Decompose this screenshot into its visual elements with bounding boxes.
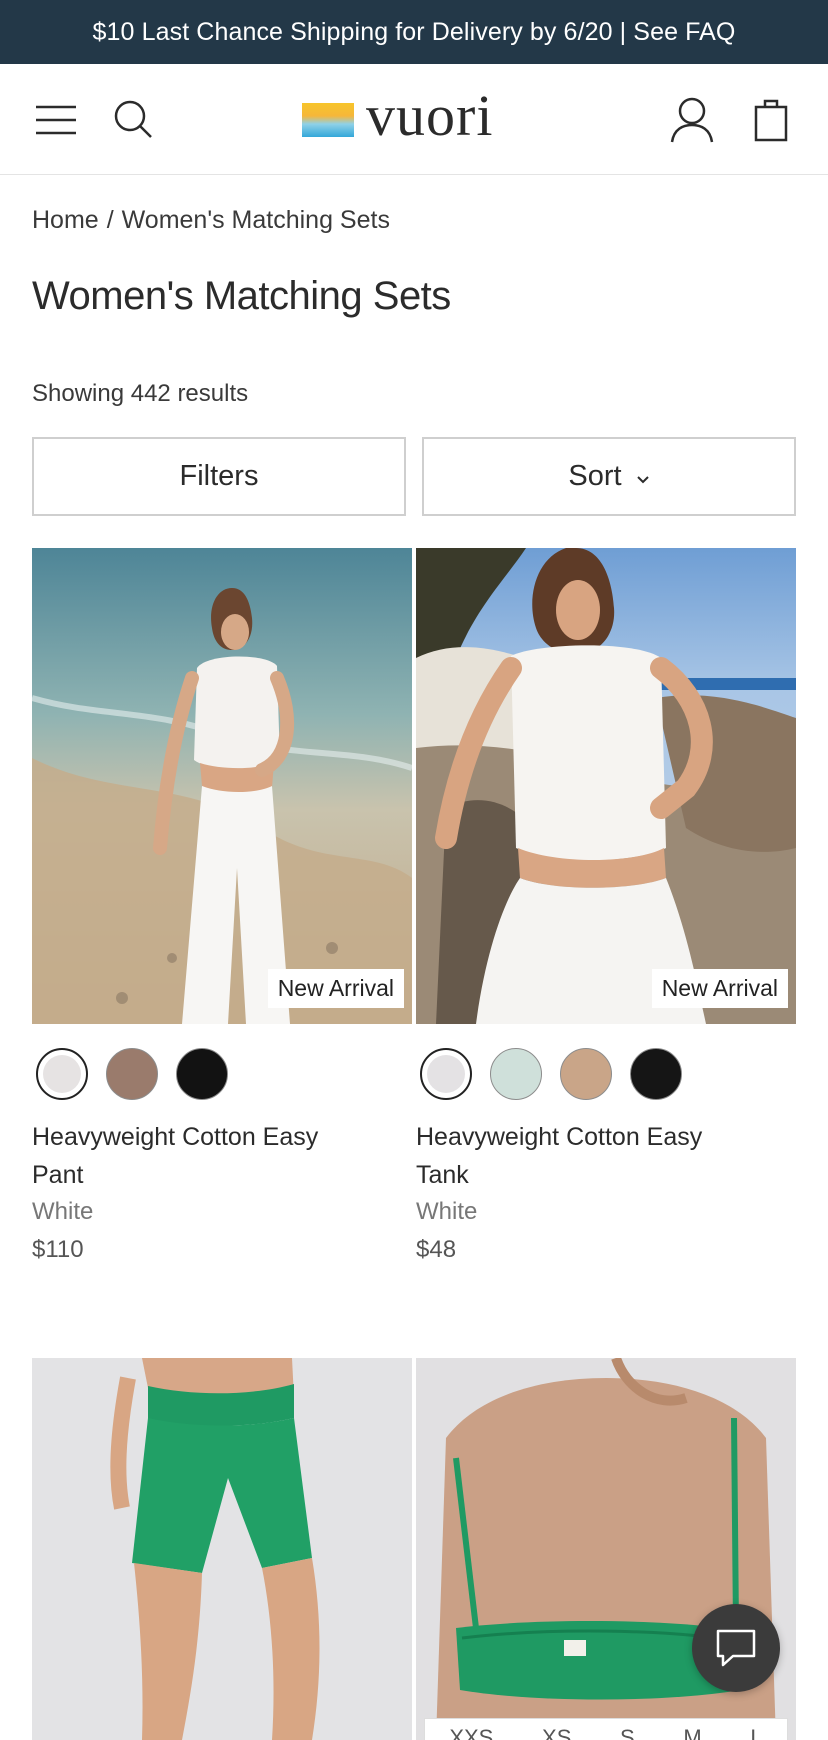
page-title: Women's Matching Sets (32, 274, 451, 318)
chat-icon (716, 1629, 756, 1667)
product-image[interactable]: New Arrival (416, 548, 796, 1024)
search-button[interactable] (106, 92, 162, 148)
product-photo-green-shorts (32, 1358, 412, 1740)
product-image[interactable] (32, 1358, 412, 1740)
product-color: White (416, 1198, 478, 1225)
swatch-black[interactable] (630, 1048, 682, 1100)
product-price: $48 (416, 1236, 457, 1263)
product-price: $110 (32, 1236, 84, 1263)
breadcrumb-home[interactable]: Home (32, 206, 99, 235)
size-option[interactable]: L (750, 1725, 762, 1740)
swatch-black[interactable] (176, 1048, 228, 1100)
promo-banner[interactable]: $10 Last Chance Shipping for Delivery by… (0, 0, 828, 64)
chat-button[interactable] (692, 1604, 780, 1692)
site-header: vuori (0, 64, 828, 175)
swatch-brown[interactable] (106, 1048, 158, 1100)
account-icon (670, 97, 714, 143)
breadcrumb: Home / Women's Matching Sets (32, 206, 390, 235)
bag-icon (754, 99, 788, 142)
color-swatches (420, 1048, 796, 1100)
new-arrival-badge: New Arrival (651, 969, 788, 1008)
size-selector: XXS XS S M L (424, 1718, 788, 1740)
sort-label: Sort (568, 460, 622, 492)
breadcrumb-current: Women's Matching Sets (121, 206, 390, 234)
size-option[interactable]: S (620, 1725, 635, 1740)
product-card[interactable]: New Arrival Heavyweight Cotton Easy Pant… (32, 548, 412, 1264)
product-photo-rocks (416, 548, 796, 1024)
product-name[interactable]: Heavyweight Cotton Easy Tank (416, 1118, 746, 1194)
color-swatches (36, 1048, 412, 1100)
promo-text[interactable]: $10 Last Chance Shipping for Delivery by… (93, 18, 736, 47)
product-name[interactable]: Heavyweight Cotton Easy Pant (32, 1118, 362, 1194)
size-option[interactable]: XS (542, 1725, 571, 1740)
logo-mark (302, 103, 354, 137)
results-count: Showing 442 results (32, 380, 249, 407)
search-icon (114, 100, 152, 138)
breadcrumb-separator: / (106, 206, 114, 234)
size-option[interactable]: M (683, 1725, 701, 1740)
size-option[interactable]: XXS (449, 1725, 493, 1740)
swatch-white[interactable] (420, 1048, 472, 1100)
product-card[interactable] (32, 1358, 412, 1740)
new-arrival-badge: New Arrival (267, 969, 404, 1008)
cart-button[interactable] (746, 90, 796, 150)
filters-label: Filters (179, 460, 259, 492)
product-card[interactable]: New Arrival Heavyweight Cotton Easy Tank… (416, 548, 796, 1264)
product-photo-beach (32, 548, 412, 1024)
brand-logo[interactable]: vuori (302, 86, 532, 152)
filters-button[interactable]: Filters (32, 437, 406, 516)
product-color: White (32, 1198, 94, 1225)
logo-wordmark: vuori (366, 83, 494, 148)
sort-button[interactable]: Sort (422, 437, 796, 516)
swatch-white[interactable] (36, 1048, 88, 1100)
swatch-tan[interactable] (560, 1048, 612, 1100)
swatch-sage[interactable] (490, 1048, 542, 1100)
product-image[interactable]: New Arrival (32, 548, 412, 1024)
account-button[interactable] (664, 90, 720, 150)
menu-icon (36, 105, 76, 135)
menu-button[interactable] (30, 92, 82, 148)
chevron-down-icon (636, 475, 649, 483)
